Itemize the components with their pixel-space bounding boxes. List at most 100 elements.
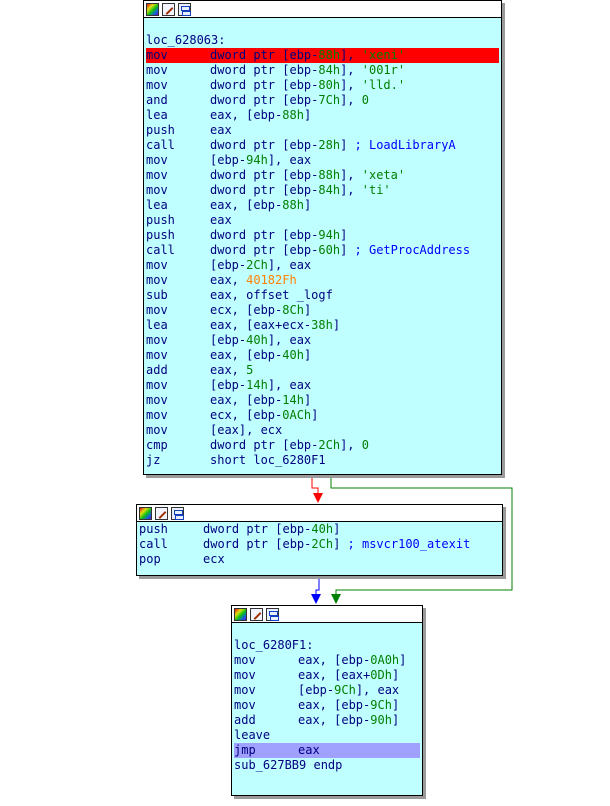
operand[interactable]: 40h [246, 333, 268, 347]
mnemonic[interactable]: mov [146, 378, 210, 393]
comment[interactable]: ; msvcr100_atexit [348, 537, 471, 551]
operand[interactable]: ] [392, 713, 399, 727]
mnemonic[interactable]: push [146, 123, 210, 138]
instruction-line[interactable]: add eax, 5 [146, 363, 499, 378]
operand[interactable]: ], eax [356, 683, 399, 697]
code-label[interactable]: loc_628063: [146, 33, 499, 48]
operand[interactable]: dword ptr [ebp- [210, 183, 318, 197]
basic-block-loc-628063[interactable]: loc_628063: mov dword ptr [ebp-88h], 'xeni… [143, 0, 502, 475]
operand[interactable]: dword ptr [ebp- [210, 78, 318, 92]
mnemonic[interactable]: mov [146, 63, 210, 78]
operand[interactable]: eax, [ebp- [210, 198, 282, 212]
operand[interactable]: 40182Fh [246, 273, 297, 287]
operand[interactable]: 84h [318, 63, 340, 77]
operand[interactable]: eax, [ebp- [298, 713, 370, 727]
mnemonic[interactable]: lea [146, 108, 210, 123]
mnemonic[interactable]: mov [234, 653, 298, 668]
instruction-line[interactable]: call dword ptr [ebp-28h] ; LoadLibraryA [146, 138, 499, 153]
instruction-line[interactable]: mov [ebp-9Ch], eax [234, 683, 420, 698]
operand[interactable]: [eax], ecx [210, 423, 282, 437]
mnemonic[interactable]: and [146, 93, 210, 108]
operand[interactable]: 9Ch [370, 698, 392, 712]
operand[interactable]: 84h [318, 183, 340, 197]
operand[interactable]: ], [340, 48, 362, 62]
basic-block-loc-6280F1[interactable]: loc_6280F1: mov eax, [ebp-0A0h] mov eax, [ea… [231, 605, 423, 796]
instruction-line[interactable]: jmp eax [234, 743, 420, 758]
instruction-line[interactable]: pop ecx [139, 552, 500, 567]
mnemonic[interactable]: mov [146, 348, 210, 363]
operand[interactable]: short loc_6280F1 [210, 453, 326, 467]
instruction-line[interactable]: mov ecx, [ebp-8Ch] [146, 303, 499, 318]
instruction-line[interactable]: mov [ebp-2Ch], eax [146, 258, 499, 273]
operand[interactable]: [ebp- [210, 153, 246, 167]
operand[interactable]: 0 [362, 438, 369, 452]
operand[interactable]: dword ptr [ebp- [203, 537, 311, 551]
operand[interactable]: 28h [318, 138, 340, 152]
operand[interactable]: ] [304, 303, 311, 317]
operand[interactable]: ], [340, 168, 362, 182]
graph-icon[interactable] [178, 2, 191, 16]
mnemonic[interactable]: mov [146, 273, 210, 288]
operand[interactable]: ] [340, 243, 354, 257]
operand[interactable]: ], eax [268, 333, 311, 347]
operand[interactable]: ] [333, 318, 340, 332]
operand[interactable]: '001r' [362, 63, 405, 77]
mnemonic[interactable]: mov [146, 258, 210, 273]
operand[interactable]: ] [333, 537, 347, 551]
edit-icon[interactable] [155, 506, 168, 520]
mnemonic[interactable]: mov [146, 393, 210, 408]
operand[interactable]: ] [304, 393, 311, 407]
operand[interactable]: eax [298, 743, 320, 757]
operand[interactable]: ecx, [ebp- [210, 408, 282, 422]
instruction-line[interactable]: leave [234, 728, 420, 743]
mnemonic[interactable]: mov [234, 668, 298, 683]
operand[interactable]: 5 [246, 363, 253, 377]
operand[interactable]: dword ptr [ebp- [210, 63, 318, 77]
instruction-line[interactable]: lea eax, [ebp-88h] [146, 198, 499, 213]
instruction-line[interactable]: mov eax, [eax+0Dh] [234, 668, 420, 683]
operand[interactable]: 88h [318, 168, 340, 182]
operand[interactable]: [ebp- [210, 333, 246, 347]
mnemonic[interactable]: push [146, 228, 210, 243]
instruction-line[interactable]: mov [ebp-14h], eax [146, 378, 499, 393]
instruction-line[interactable]: push eax [146, 213, 499, 228]
instruction-line[interactable]: add eax, [ebp-90h] [234, 713, 420, 728]
operand[interactable]: 0Dh [370, 668, 392, 682]
operand[interactable]: 60h [318, 243, 340, 257]
mnemonic[interactable]: add [146, 363, 210, 378]
operand[interactable]: 'xeni' [362, 48, 405, 62]
mnemonic[interactable]: lea [146, 198, 210, 213]
instruction-line[interactable]: mov eax, [ebp-40h] [146, 348, 499, 363]
operand[interactable]: dword ptr [ebp- [203, 522, 311, 536]
mnemonic[interactable]: add [234, 713, 298, 728]
operand[interactable]: ] [304, 198, 311, 212]
operand[interactable]: 14h [246, 378, 268, 392]
operand[interactable]: 0ACh [282, 408, 311, 422]
operand[interactable]: ] [392, 698, 399, 712]
instruction-line[interactable]: push dword ptr [ebp-94h] [146, 228, 499, 243]
instruction-line[interactable]: mov eax, 40182Fh [146, 273, 499, 288]
mnemonic[interactable]: call [146, 243, 210, 258]
color-icon[interactable] [139, 506, 152, 520]
operand[interactable]: [ebp- [210, 258, 246, 272]
operand[interactable]: dword ptr [ebp- [210, 243, 318, 257]
mnemonic[interactable]: mov [146, 183, 210, 198]
comment[interactable]: ; LoadLibraryA [355, 138, 456, 152]
color-icon[interactable] [146, 2, 159, 16]
operand[interactable]: 2Ch [318, 438, 340, 452]
operand[interactable]: 2Ch [311, 537, 333, 551]
operand[interactable]: 40h [282, 348, 304, 362]
operand[interactable]: [ebp- [210, 378, 246, 392]
mnemonic[interactable]: jmp [234, 743, 298, 758]
operand[interactable]: 40h [311, 522, 333, 536]
operand[interactable]: 80h [318, 78, 340, 92]
operand[interactable]: ], [340, 78, 362, 92]
operand[interactable]: ], [340, 183, 362, 197]
instruction-line[interactable]: mov eax, [ebp-14h] [146, 393, 499, 408]
operand[interactable]: ecx [203, 552, 225, 566]
instruction-line[interactable]: push dword ptr [ebp-40h] [139, 522, 500, 537]
instruction-line[interactable]: cmp dword ptr [ebp-2Ch], 0 [146, 438, 499, 453]
operand[interactable]: dword ptr [ebp- [210, 168, 318, 182]
operand[interactable]: dword ptr [ebp- [210, 93, 318, 107]
operand[interactable]: ] [333, 522, 340, 536]
